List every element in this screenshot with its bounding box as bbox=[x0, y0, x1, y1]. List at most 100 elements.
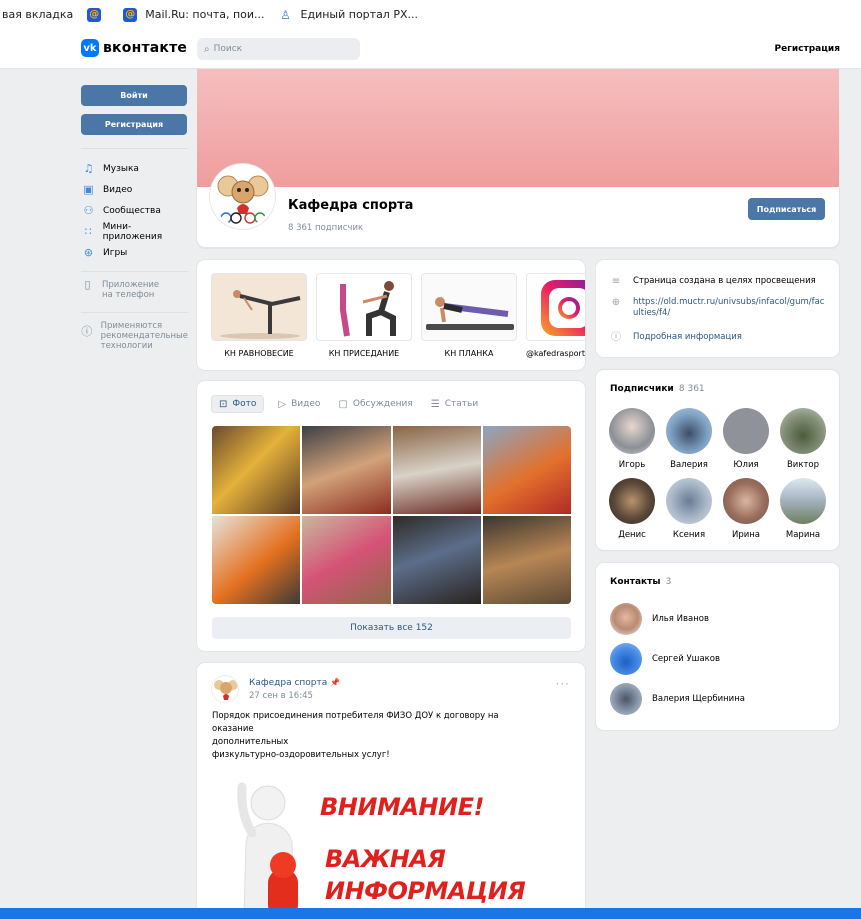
communities-icon: ⚇ bbox=[83, 204, 94, 217]
tab-videos[interactable]: ▷ Видео bbox=[278, 395, 320, 413]
photo-thumbnail[interactable] bbox=[392, 426, 481, 514]
media-block: ⊡ Фото ▷ Видео ▢ Обсуждения ☰ Статьи Пок… bbox=[197, 381, 585, 651]
contact-item[interactable]: Сергей Ушаков bbox=[610, 643, 720, 675]
avatar bbox=[723, 408, 769, 454]
contact-name: Валерия Щербинина bbox=[652, 694, 745, 704]
video-icon: ▷ bbox=[278, 398, 287, 410]
avatar bbox=[610, 683, 642, 715]
contact-item[interactable]: Илья Иванов bbox=[610, 603, 709, 635]
photo-thumbnail[interactable] bbox=[392, 516, 481, 604]
sidebar-item-games[interactable]: ⊛ Игры bbox=[81, 242, 188, 263]
post-text-line: Порядок присоединения потребителя ФИЗО Д… bbox=[212, 711, 499, 734]
recommendations-notice[interactable]: ⓘ Применяются рекомендательные технологи… bbox=[81, 321, 188, 351]
tab-photos[interactable]: ⊡ Фото bbox=[211, 395, 265, 413]
subscriber-item[interactable]: Игорь bbox=[604, 408, 660, 470]
photo-thumbnail[interactable] bbox=[302, 516, 391, 604]
globe-icon: ⊕ bbox=[611, 297, 621, 308]
search-input[interactable] bbox=[213, 44, 344, 54]
subscriber-name: Виктор bbox=[786, 460, 820, 470]
product-label: КН РАВНОВЕСИЕ bbox=[224, 349, 294, 358]
apps-icon: ∷ bbox=[84, 225, 92, 238]
cover-image bbox=[197, 69, 839, 187]
subscriber-item[interactable]: Виктор bbox=[775, 408, 831, 470]
contacts-title[interactable]: Контакты 3 bbox=[610, 577, 671, 587]
sidebar-item-communities[interactable]: ⚇ Сообщества bbox=[81, 200, 188, 221]
group-subscribers-count[interactable]: 8 361 подписчик bbox=[288, 223, 363, 233]
register-button[interactable]: Регистрация bbox=[81, 114, 187, 135]
sidebar-item-music[interactable]: ♫ Музыка bbox=[81, 158, 188, 179]
contact-name: Илья Иванов bbox=[652, 614, 709, 624]
bookmark-new-tab[interactable]: вая вкладка bbox=[2, 8, 73, 21]
photo-thumbnail[interactable] bbox=[482, 426, 571, 514]
subscribers-title[interactable]: Подписчики 8 361 bbox=[610, 384, 705, 394]
info-details[interactable]: ⓘ Подробная информация bbox=[610, 332, 742, 343]
group-avatar[interactable] bbox=[210, 164, 275, 229]
show-all-photos-button[interactable]: Показать все 152 bbox=[212, 617, 571, 639]
articles-icon: ☰ bbox=[430, 398, 440, 410]
subscriber-name: Ирина bbox=[731, 530, 761, 540]
logo-text: вконтакте bbox=[103, 40, 188, 56]
post-image[interactable]: ВНИМАНИЕ! ВАЖНАЯ ИНФОРМАЦИЯ bbox=[212, 773, 572, 919]
music-icon: ♫ bbox=[83, 162, 94, 175]
subscriber-item[interactable]: Ирина bbox=[718, 478, 774, 540]
cheburashka-logo bbox=[217, 175, 268, 224]
tab-articles[interactable]: ☰ Статьи bbox=[431, 395, 478, 413]
avatar bbox=[780, 478, 826, 524]
subscribers-block: Подписчики 8 361 Игорь Валерия Юлия Викт… bbox=[596, 370, 839, 550]
post-author-avatar[interactable] bbox=[211, 675, 239, 703]
description-text: Страница создана в целях просвещения bbox=[633, 276, 816, 286]
photo-thumbnail[interactable] bbox=[482, 516, 571, 604]
sidebar-item-label: Сообщества bbox=[103, 205, 161, 216]
text-icon: ≡ bbox=[611, 276, 621, 287]
product-item[interactable]: КН ПЛАНКА bbox=[421, 273, 517, 358]
mail-icon: @ bbox=[123, 7, 138, 22]
block-title-text: Контакты bbox=[610, 577, 661, 587]
product-image bbox=[526, 273, 585, 341]
games-icon: ⊛ bbox=[83, 246, 94, 259]
app-line: на телефон bbox=[102, 290, 155, 300]
tab-label: Обсуждения bbox=[352, 399, 413, 409]
vk-logo[interactable]: vk вконтакте bbox=[81, 39, 187, 57]
group-name: Кафедра спорта bbox=[288, 198, 414, 213]
app-line: Приложение bbox=[102, 280, 160, 290]
subscriber-name: Юлия bbox=[733, 460, 759, 470]
pin-icon: 📌 bbox=[330, 678, 341, 687]
bookmark-mailru[interactable]: @ Mail.Ru: почта, пои... bbox=[123, 7, 265, 22]
post-date[interactable]: 27 сен в 16:45 bbox=[249, 691, 313, 701]
subscriber-item[interactable]: Юлия bbox=[718, 408, 774, 470]
sidebar-item-apps[interactable]: ∷ Мини-приложения bbox=[81, 221, 188, 242]
post-menu-icon[interactable]: ··· bbox=[556, 677, 570, 691]
post-author[interactable]: Кафедра спорта 📌 bbox=[249, 678, 340, 688]
product-item[interactable]: @kafedrasport bbox=[526, 273, 585, 358]
register-link[interactable]: Регистрация bbox=[774, 44, 840, 54]
mobile-app-link[interactable]: ▯ Приложение на телефон bbox=[81, 279, 188, 300]
subscriber-item[interactable]: Валерия bbox=[661, 408, 717, 470]
product-item[interactable]: КН РАВНОВЕСИЕ bbox=[211, 273, 307, 358]
bookmark-mail[interactable]: @ bbox=[87, 7, 109, 22]
wall-post: Кафедра спорта 📌 27 сен в 16:45 ··· Поря… bbox=[197, 663, 585, 919]
info-website[interactable]: ⊕ https://old.muctr.ru/univsubs/infacol/… bbox=[610, 297, 825, 319]
photo-thumbnail[interactable] bbox=[212, 426, 301, 514]
photo-thumbnail[interactable] bbox=[212, 516, 301, 604]
subscribe-button[interactable]: Подписаться bbox=[748, 198, 825, 220]
contact-item[interactable]: Валерия Щербинина bbox=[610, 683, 745, 715]
banner-text: ВАЖНАЯ bbox=[325, 845, 446, 873]
product-item[interactable]: КН ПРИСЕДАНИЕ bbox=[316, 273, 412, 358]
bookmark-label: Mail.Ru: почта, пои... bbox=[145, 8, 265, 21]
banner-text: ИНФОРМАЦИЯ bbox=[325, 877, 526, 905]
rec-line: технологии bbox=[100, 341, 153, 351]
bookmark-portal[interactable]: ♙ Единый портал РХ... bbox=[279, 8, 418, 22]
subscriber-item[interactable]: Марина bbox=[775, 478, 831, 540]
subscriber-item[interactable]: Денис bbox=[604, 478, 660, 540]
search-box[interactable]: ⌕ bbox=[197, 38, 360, 60]
sidebar-item-video[interactable]: ▣ Видео bbox=[81, 179, 188, 200]
product-label: КН ПЛАНКА bbox=[444, 349, 494, 358]
vk-logo-icon: vk bbox=[81, 39, 99, 57]
tab-discussions[interactable]: ▢ Обсуждения bbox=[338, 395, 412, 413]
portal-icon: ♙ bbox=[280, 7, 291, 22]
photo-thumbnail[interactable] bbox=[302, 426, 391, 514]
contact-name: Сергей Ушаков bbox=[652, 654, 720, 664]
site-header: vk вконтакте ⌕ Регистрация bbox=[0, 29, 861, 69]
login-button[interactable]: Войти bbox=[81, 85, 187, 106]
subscriber-item[interactable]: Ксения bbox=[661, 478, 717, 540]
